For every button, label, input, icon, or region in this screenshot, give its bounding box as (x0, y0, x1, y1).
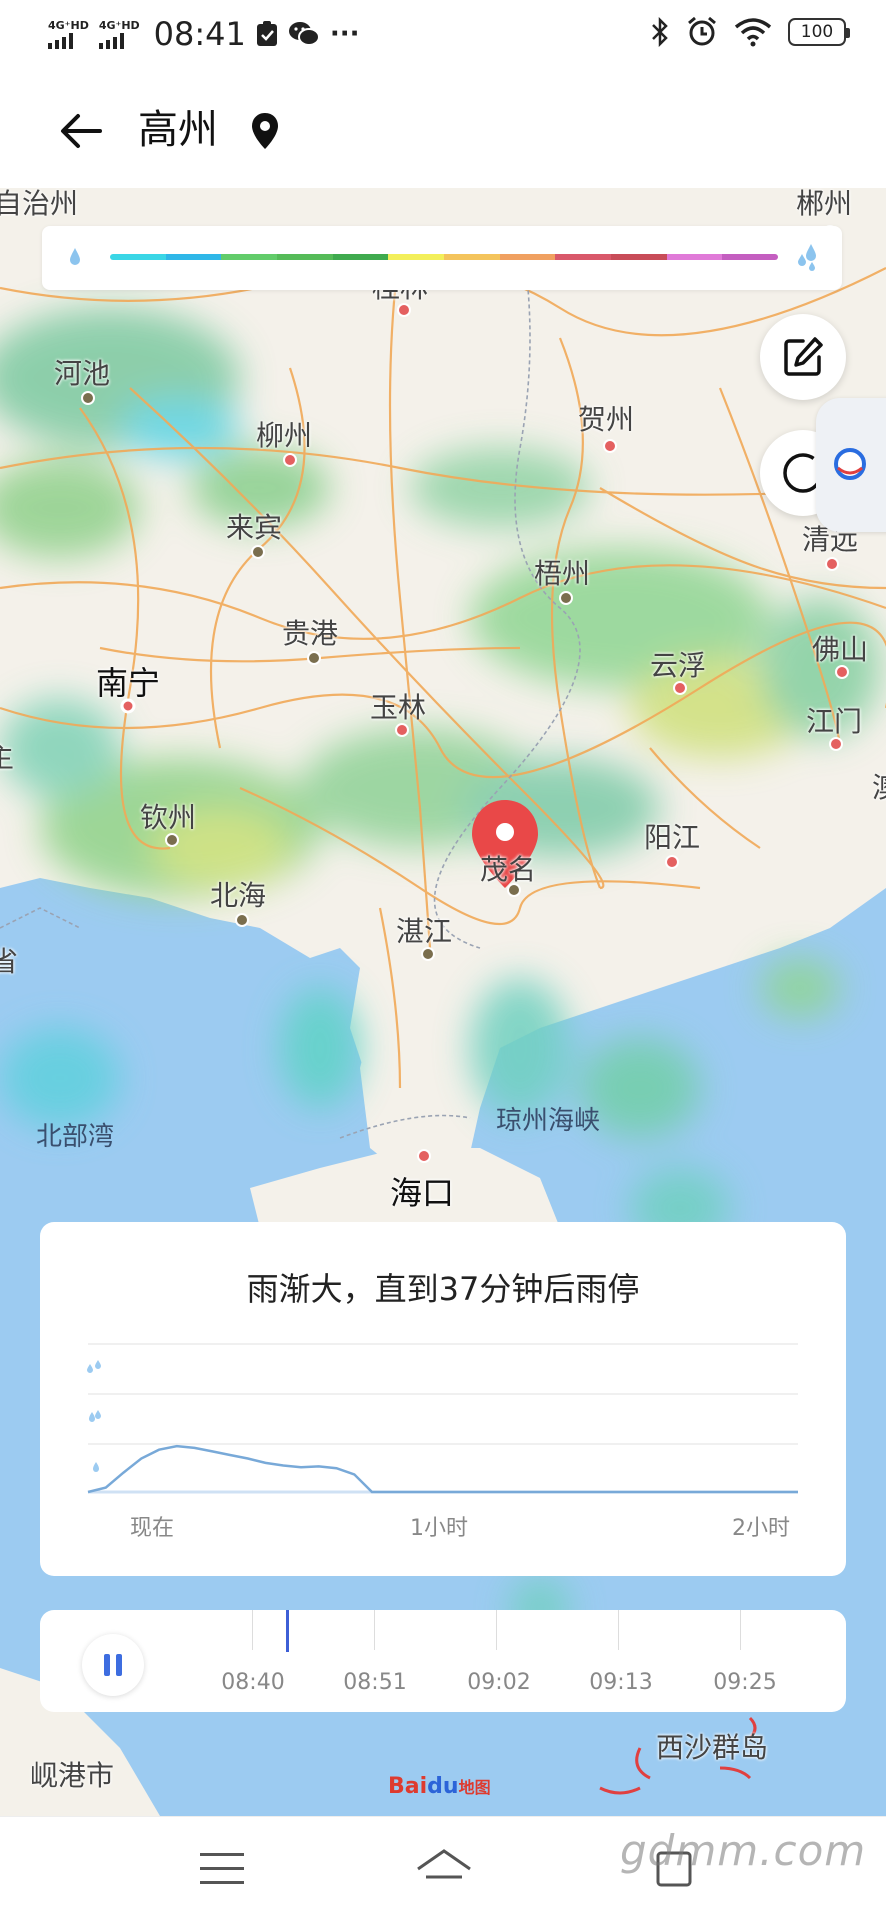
location-pin-icon[interactable] (250, 112, 280, 150)
time-label: 08:40 (221, 1670, 285, 1695)
map-label: 澳 (872, 766, 886, 806)
edit-icon (784, 337, 823, 376)
map-label: 北部湾 (36, 1122, 115, 1152)
watermark: gdmm.com (620, 1826, 867, 1875)
signal-bars-icon (98, 32, 124, 49)
home-icon[interactable] (414, 1847, 474, 1891)
map-label: 琼州海峡 (496, 1106, 601, 1136)
map-label: 郴州 (796, 188, 853, 220)
light-rain-drop-icon (70, 248, 80, 265)
map-label: 海口 (390, 1174, 455, 1212)
bluetooth-icon (652, 17, 668, 47)
overflow-dots-icon: ··· (329, 19, 360, 49)
map-label: 云浮 (650, 649, 707, 682)
signal-bars-icon (48, 32, 73, 49)
signal-4g-1: 4G⁺HD (48, 20, 89, 49)
pause-icon (104, 1654, 110, 1676)
menu-icon[interactable] (200, 1853, 244, 1885)
axis-label-1h: 1小时 (410, 1516, 468, 1541)
map-label: 北海 (210, 879, 267, 912)
map-label: 阳江 (644, 821, 701, 854)
clock: 08:41 (153, 15, 246, 53)
timeline-cursor[interactable] (286, 1610, 289, 1652)
axis-label-now: 现在 (130, 1516, 175, 1541)
wechat-icon (288, 22, 320, 46)
map-label: 河池 (54, 357, 111, 390)
clipboard-check-icon (256, 21, 277, 46)
map-label: 岘港市 (30, 1759, 115, 1792)
time-label: 09:25 (713, 1670, 777, 1695)
precipitation-line (87, 1444, 798, 1494)
pause-button[interactable] (82, 1634, 144, 1696)
map-label: 自治州 (0, 188, 79, 220)
heavy-rain-icon (87, 1360, 101, 1373)
moderate-rain-icon (89, 1410, 101, 1422)
map-label: 南宁 (96, 664, 161, 702)
map-label: 玉林 (370, 691, 427, 724)
map-label: 柳州 (256, 419, 313, 452)
assistant-logo-icon (834, 448, 866, 480)
rain-intensity-legend (42, 226, 842, 290)
intensity-color-scale (110, 254, 778, 260)
time-label: 09:13 (589, 1670, 653, 1695)
time-label: 09:02 (467, 1670, 531, 1695)
wifi-icon (734, 18, 772, 47)
map-label: 江门 (806, 705, 863, 738)
playback-timeline[interactable]: 08:40 08:51 09:02 09:13 09:25 (40, 1610, 846, 1712)
back-arrow-icon[interactable] (56, 106, 106, 156)
time-label: 08:51 (343, 1670, 407, 1695)
battery-indicator: 100 (788, 18, 850, 46)
edit-button[interactable] (760, 314, 846, 400)
map-label: 贺州 (578, 403, 635, 436)
page-title: 高州 (138, 107, 218, 153)
map-label: 来宾 (226, 511, 283, 544)
heavy-rain-drops-icon (798, 244, 816, 271)
map-label: 西沙群岛 (656, 1731, 769, 1764)
map-label: 钦州 (140, 801, 197, 834)
side-assistant-tab[interactable] (816, 398, 886, 532)
map-label: 茂名 (480, 853, 537, 886)
status-bar: 4G⁺HD 4G⁺HD 08:41 ··· 100 (0, 0, 886, 70)
app-header: 高州 (0, 70, 886, 188)
signal-4g-2: 4G⁺HD (98, 20, 140, 49)
light-rain-icon (93, 1462, 99, 1472)
map-label: 湛江 (396, 915, 453, 948)
map-label: 省 (0, 945, 19, 978)
map-label: 贵港 (282, 617, 339, 650)
rain-forecast-card: 雨渐大，直到37分钟后雨停 现在 1小时 2小时 (40, 1222, 846, 1576)
alarm-icon (688, 16, 716, 46)
map-label: 梧州 (534, 557, 591, 590)
baidu-map-logo: Baidu地图 (388, 1774, 491, 1799)
map-label: 主 (0, 741, 15, 774)
map-label: 佛山 (812, 633, 869, 666)
axis-label-2h: 2小时 (732, 1516, 790, 1541)
